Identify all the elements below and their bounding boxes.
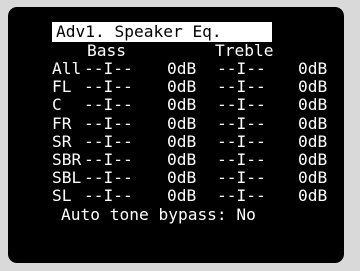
bass-value: 0dB (167, 59, 197, 78)
bass-value: 0dB (167, 113, 197, 133)
treble-value: 0dB (298, 77, 328, 97)
bass-column-header: Bass (87, 41, 126, 60)
treble-slider[interactable]: --I-- (217, 77, 266, 96)
channel-row-sbl[interactable]: SBL --I-- 0dB --I-- 0dB (52, 168, 342, 188)
bass-value: 0dB (167, 168, 197, 188)
treble-slider[interactable]: --I-- (217, 187, 266, 205)
channel-label: C (52, 95, 82, 115)
bass-value: 0dB (167, 77, 197, 97)
treble-value: 0dB (298, 149, 328, 169)
treble-slider[interactable]: --I-- (217, 96, 266, 114)
channel-label: SBL (52, 168, 82, 188)
bass-slider[interactable]: --I-- (84, 114, 133, 133)
channel-row-sbr[interactable]: SBR --I-- 0dB --I-- 0dB (52, 149, 342, 169)
bass-value: 0dB (167, 131, 197, 151)
channel-row-sl[interactable]: SL --I-- 0dB --I-- 0dB (52, 187, 342, 205)
treble-slider[interactable]: --I-- (217, 59, 266, 78)
channel-row-sr[interactable]: SR --I-- 0dB --I-- 0dB (52, 131, 342, 151)
channel-label: FR (52, 113, 82, 133)
osd-screen: Adv1. Speaker Eq. Bass Treble All --I-- … (8, 7, 344, 263)
bass-slider[interactable]: --I-- (84, 59, 133, 78)
channel-label: SR (52, 131, 82, 151)
bass-slider[interactable]: --I-- (84, 96, 133, 114)
bass-slider[interactable]: --I-- (84, 187, 133, 205)
menu-title-highlighted[interactable]: Adv1. Speaker Eq. (52, 22, 272, 42)
treble-value: 0dB (298, 95, 328, 115)
treble-value: 0dB (298, 113, 328, 133)
auto-tone-bypass-setting[interactable]: Auto tone bypass: No (61, 205, 256, 224)
treble-column-header: Treble (215, 41, 274, 60)
bass-slider[interactable]: --I-- (84, 150, 133, 169)
bass-value: 0dB (167, 95, 197, 115)
channel-label: SL (52, 186, 82, 206)
channel-row-fr[interactable]: FR --I-- 0dB --I-- 0dB (52, 113, 342, 133)
bass-value: 0dB (167, 186, 197, 206)
channel-row-all[interactable]: All --I-- 0dB --I-- 0dB (52, 59, 342, 78)
treble-value: 0dB (298, 186, 328, 206)
treble-slider[interactable]: --I-- (217, 114, 266, 133)
channel-label: All (52, 59, 82, 78)
treble-slider[interactable]: --I-- (217, 132, 266, 151)
channel-label: SBR (52, 149, 82, 169)
treble-value: 0dB (298, 168, 328, 188)
bass-value: 0dB (167, 149, 197, 169)
bass-slider[interactable]: --I-- (84, 132, 133, 151)
channel-eq-list: All --I-- 0dB --I-- 0dB FL --I-- 0dB --I… (52, 59, 342, 206)
bass-slider[interactable]: --I-- (84, 77, 133, 96)
treble-value: 0dB (298, 59, 328, 78)
channel-row-fl[interactable]: FL --I-- 0dB --I-- 0dB (52, 77, 342, 97)
bass-slider[interactable]: --I-- (84, 168, 133, 187)
channel-label: FL (52, 77, 82, 97)
channel-row-c[interactable]: C --I-- 0dB --I-- 0dB (52, 96, 342, 114)
treble-slider[interactable]: --I-- (217, 168, 266, 187)
treble-slider[interactable]: --I-- (217, 150, 266, 169)
treble-value: 0dB (298, 131, 328, 151)
